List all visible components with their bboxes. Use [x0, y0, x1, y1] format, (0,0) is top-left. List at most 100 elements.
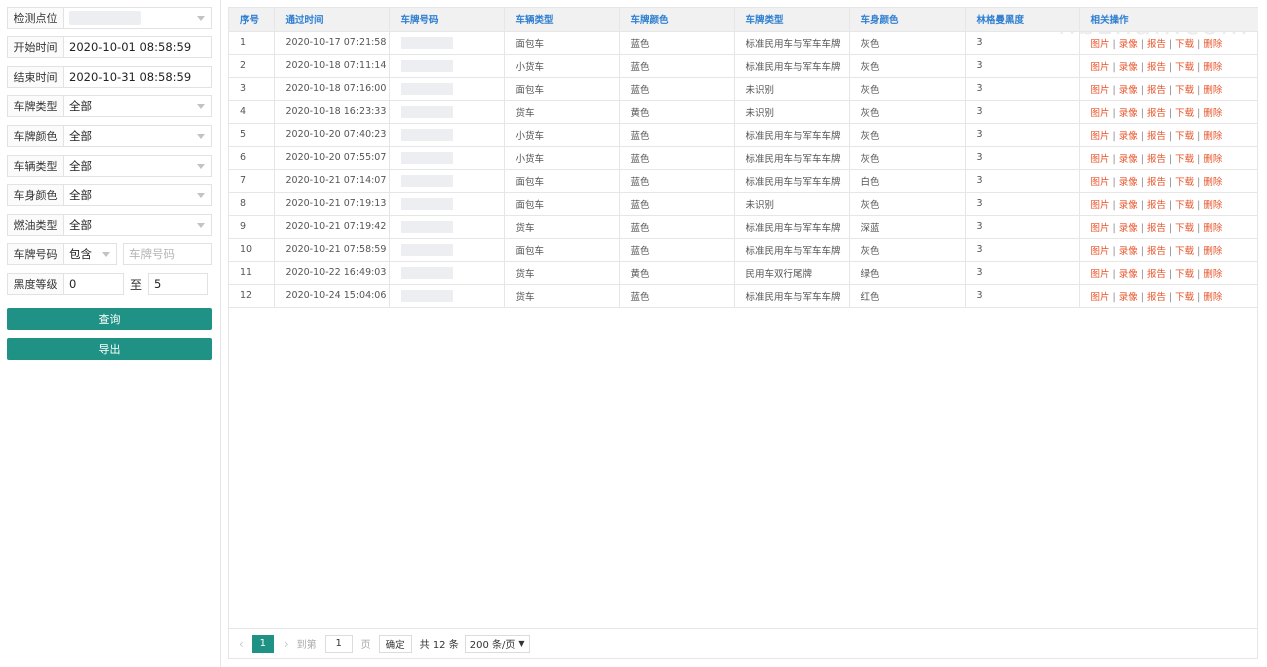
column-header[interactable]: 林格曼黑度	[965, 8, 1080, 32]
download-link[interactable]: 下载	[1175, 154, 1194, 165]
plate-number-redacted	[400, 151, 453, 164]
download-link[interactable]: 下载	[1175, 85, 1194, 96]
separator: |	[1140, 130, 1144, 142]
column-header[interactable]: 车辆类型	[504, 8, 620, 32]
report-link[interactable]: 报告	[1147, 177, 1166, 188]
image-link[interactable]: 图片	[1091, 177, 1110, 188]
image-link[interactable]: 图片	[1091, 108, 1110, 119]
image-link[interactable]: 图片	[1091, 292, 1110, 303]
image-link[interactable]: 图片	[1091, 85, 1110, 96]
video-link[interactable]: 录像	[1119, 292, 1138, 303]
body-color-cell: 灰色	[849, 238, 966, 262]
image-link[interactable]: 图片	[1091, 200, 1110, 211]
end-time-input[interactable]: 2020-10-31 08:58:59	[63, 66, 212, 88]
fuel-type-filter: 燃油类型 全部	[7, 214, 212, 236]
video-link[interactable]: 录像	[1119, 39, 1138, 50]
image-link[interactable]: 图片	[1091, 246, 1110, 257]
body-color-select[interactable]: 全部	[63, 184, 212, 206]
video-link[interactable]: 录像	[1119, 154, 1138, 165]
image-link[interactable]: 图片	[1091, 39, 1110, 50]
delete-link[interactable]: 删除	[1203, 269, 1222, 280]
report-link[interactable]: 报告	[1147, 154, 1166, 165]
column-header[interactable]: 通过时间	[274, 8, 390, 32]
image-link[interactable]: 图片	[1091, 223, 1110, 234]
image-link[interactable]: 图片	[1091, 131, 1110, 142]
image-link[interactable]: 图片	[1091, 154, 1110, 165]
report-link[interactable]: 报告	[1147, 269, 1166, 280]
download-link[interactable]: 下载	[1175, 269, 1194, 280]
column-header[interactable]: 序号	[229, 8, 275, 32]
delete-link[interactable]: 删除	[1203, 62, 1222, 73]
goto-page-input[interactable]: 1	[324, 634, 353, 653]
delete-link[interactable]: 删除	[1203, 292, 1222, 303]
delete-link[interactable]: 删除	[1203, 200, 1222, 211]
report-link[interactable]: 报告	[1147, 292, 1166, 303]
site-select[interactable]	[63, 7, 212, 29]
ringelmann-blackness-cell: 3	[965, 261, 1080, 285]
delete-link[interactable]: 删除	[1203, 223, 1222, 234]
plate-type-select[interactable]: 全部	[63, 95, 212, 117]
query-button[interactable]: 查询	[7, 308, 212, 330]
plate-color-select[interactable]: 全部	[63, 125, 212, 147]
next-page-button[interactable]: ›	[284, 637, 289, 651]
image-link[interactable]: 图片	[1091, 269, 1110, 280]
video-link[interactable]: 录像	[1119, 62, 1138, 73]
video-link[interactable]: 录像	[1119, 177, 1138, 188]
delete-link[interactable]: 删除	[1203, 85, 1222, 96]
plate-color-cell: 蓝色	[619, 146, 735, 170]
delete-link[interactable]: 删除	[1203, 131, 1222, 142]
video-link[interactable]: 录像	[1119, 246, 1138, 257]
report-link[interactable]: 报告	[1147, 200, 1166, 211]
delete-link[interactable]: 删除	[1203, 154, 1222, 165]
delete-link[interactable]: 删除	[1203, 108, 1222, 119]
separator: |	[1112, 61, 1116, 73]
download-link[interactable]: 下载	[1175, 39, 1194, 50]
video-link[interactable]: 录像	[1119, 85, 1138, 96]
report-link[interactable]: 报告	[1147, 39, 1166, 50]
video-link[interactable]: 录像	[1119, 108, 1138, 119]
report-link[interactable]: 报告	[1147, 85, 1166, 96]
blackness-max-input[interactable]: 5	[148, 273, 208, 295]
export-button[interactable]: 导出	[7, 338, 212, 360]
plate-number-input[interactable]: 车牌号码	[123, 243, 212, 265]
delete-link[interactable]: 删除	[1203, 246, 1222, 257]
column-header[interactable]: 车牌类型	[734, 8, 850, 32]
goto-confirm-button[interactable]: 确定	[378, 634, 412, 653]
blackness-filter: 黑度等级 0 至 5	[7, 273, 208, 295]
goto-label: 到第	[296, 640, 317, 651]
column-header[interactable]: 车身颜色	[849, 8, 966, 32]
page-size-select[interactable]: 200 条/页 ▼	[464, 634, 530, 653]
report-link[interactable]: 报告	[1147, 223, 1166, 234]
video-link[interactable]: 录像	[1119, 223, 1138, 234]
report-link[interactable]: 报告	[1147, 62, 1166, 73]
report-link[interactable]: 报告	[1147, 108, 1166, 119]
video-link[interactable]: 录像	[1119, 131, 1138, 142]
download-link[interactable]: 下载	[1175, 246, 1194, 257]
prev-page-button[interactable]: ‹	[239, 637, 244, 651]
download-link[interactable]: 下载	[1175, 177, 1194, 188]
column-header[interactable]: 车牌号码	[389, 8, 505, 32]
download-link[interactable]: 下载	[1175, 292, 1194, 303]
current-page-button[interactable]: 1	[251, 634, 274, 653]
video-link[interactable]: 录像	[1119, 200, 1138, 211]
download-link[interactable]: 下载	[1175, 108, 1194, 119]
plate-number-redacted	[400, 220, 453, 233]
report-link[interactable]: 报告	[1147, 131, 1166, 142]
report-link[interactable]: 报告	[1147, 246, 1166, 257]
plate-match-mode-select[interactable]: 包含	[63, 243, 117, 265]
video-link[interactable]: 录像	[1119, 269, 1138, 280]
image-link[interactable]: 图片	[1091, 62, 1110, 73]
delete-link[interactable]: 删除	[1203, 39, 1222, 50]
column-header[interactable]: 车牌颜色	[619, 8, 735, 32]
row-number-cell: 4	[229, 100, 275, 124]
download-link[interactable]: 下载	[1175, 200, 1194, 211]
fuel-type-select[interactable]: 全部	[63, 214, 212, 236]
download-link[interactable]: 下载	[1175, 223, 1194, 234]
delete-link[interactable]: 删除	[1203, 177, 1222, 188]
download-link[interactable]: 下载	[1175, 131, 1194, 142]
start-time-input[interactable]: 2020-10-01 08:58:59	[63, 36, 212, 58]
ringelmann-blackness-cell: 3	[965, 215, 1080, 239]
download-link[interactable]: 下载	[1175, 62, 1194, 73]
blackness-min-input[interactable]: 0	[63, 273, 124, 295]
vehicle-type-select[interactable]: 全部	[63, 155, 212, 177]
